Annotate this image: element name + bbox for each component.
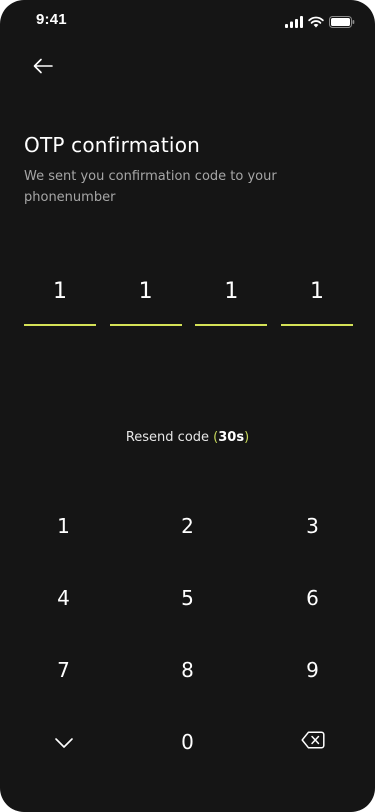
otp-digit-1[interactable]: 1 [24, 272, 96, 326]
status-icons [285, 13, 355, 32]
resend-timer: 30s [218, 430, 245, 445]
key-1[interactable]: 1 [0, 490, 125, 562]
key-0[interactable]: 0 [125, 706, 250, 778]
arrow-left-icon [33, 58, 53, 78]
timer-close-paren: ) [244, 430, 250, 445]
key-2[interactable]: 2 [125, 490, 250, 562]
key-9[interactable]: 9 [250, 634, 375, 706]
wifi-icon [308, 13, 324, 32]
collapse-keypad-button[interactable] [0, 706, 125, 778]
otp-digit-2[interactable]: 1 [109, 272, 182, 326]
page-subtitle: We sent you confirmation code to your ph… [24, 169, 277, 205]
otp-digit-4[interactable]: 1 [280, 272, 353, 326]
resend-code-link[interactable]: Resend code (30s) [0, 430, 375, 445]
otp-input-group: 1 1 1 1 [24, 272, 353, 326]
resend-label: Resend code [125, 430, 214, 445]
key-6[interactable]: 6 [250, 562, 375, 634]
status-time: 9:41 [36, 11, 67, 28]
key-7[interactable]: 7 [0, 634, 125, 706]
key-4[interactable]: 4 [0, 562, 125, 634]
battery-icon [329, 13, 355, 32]
phone-screen: 9:41 OTP confirmation We sent you confir… [0, 0, 375, 812]
cellular-signal-icon [285, 13, 303, 32]
key-5[interactable]: 5 [125, 562, 250, 634]
backspace-icon [300, 730, 325, 754]
key-3[interactable]: 3 [250, 490, 375, 562]
delete-button[interactable] [250, 706, 375, 778]
key-8[interactable]: 8 [125, 634, 250, 706]
back-button[interactable] [30, 55, 56, 81]
chevron-down-icon [54, 730, 74, 754]
otp-digit-3[interactable]: 1 [195, 272, 268, 326]
page-title: OTP confirmation [24, 133, 201, 157]
numeric-keypad: 1 2 3 4 5 6 7 8 9 0 [0, 490, 375, 778]
